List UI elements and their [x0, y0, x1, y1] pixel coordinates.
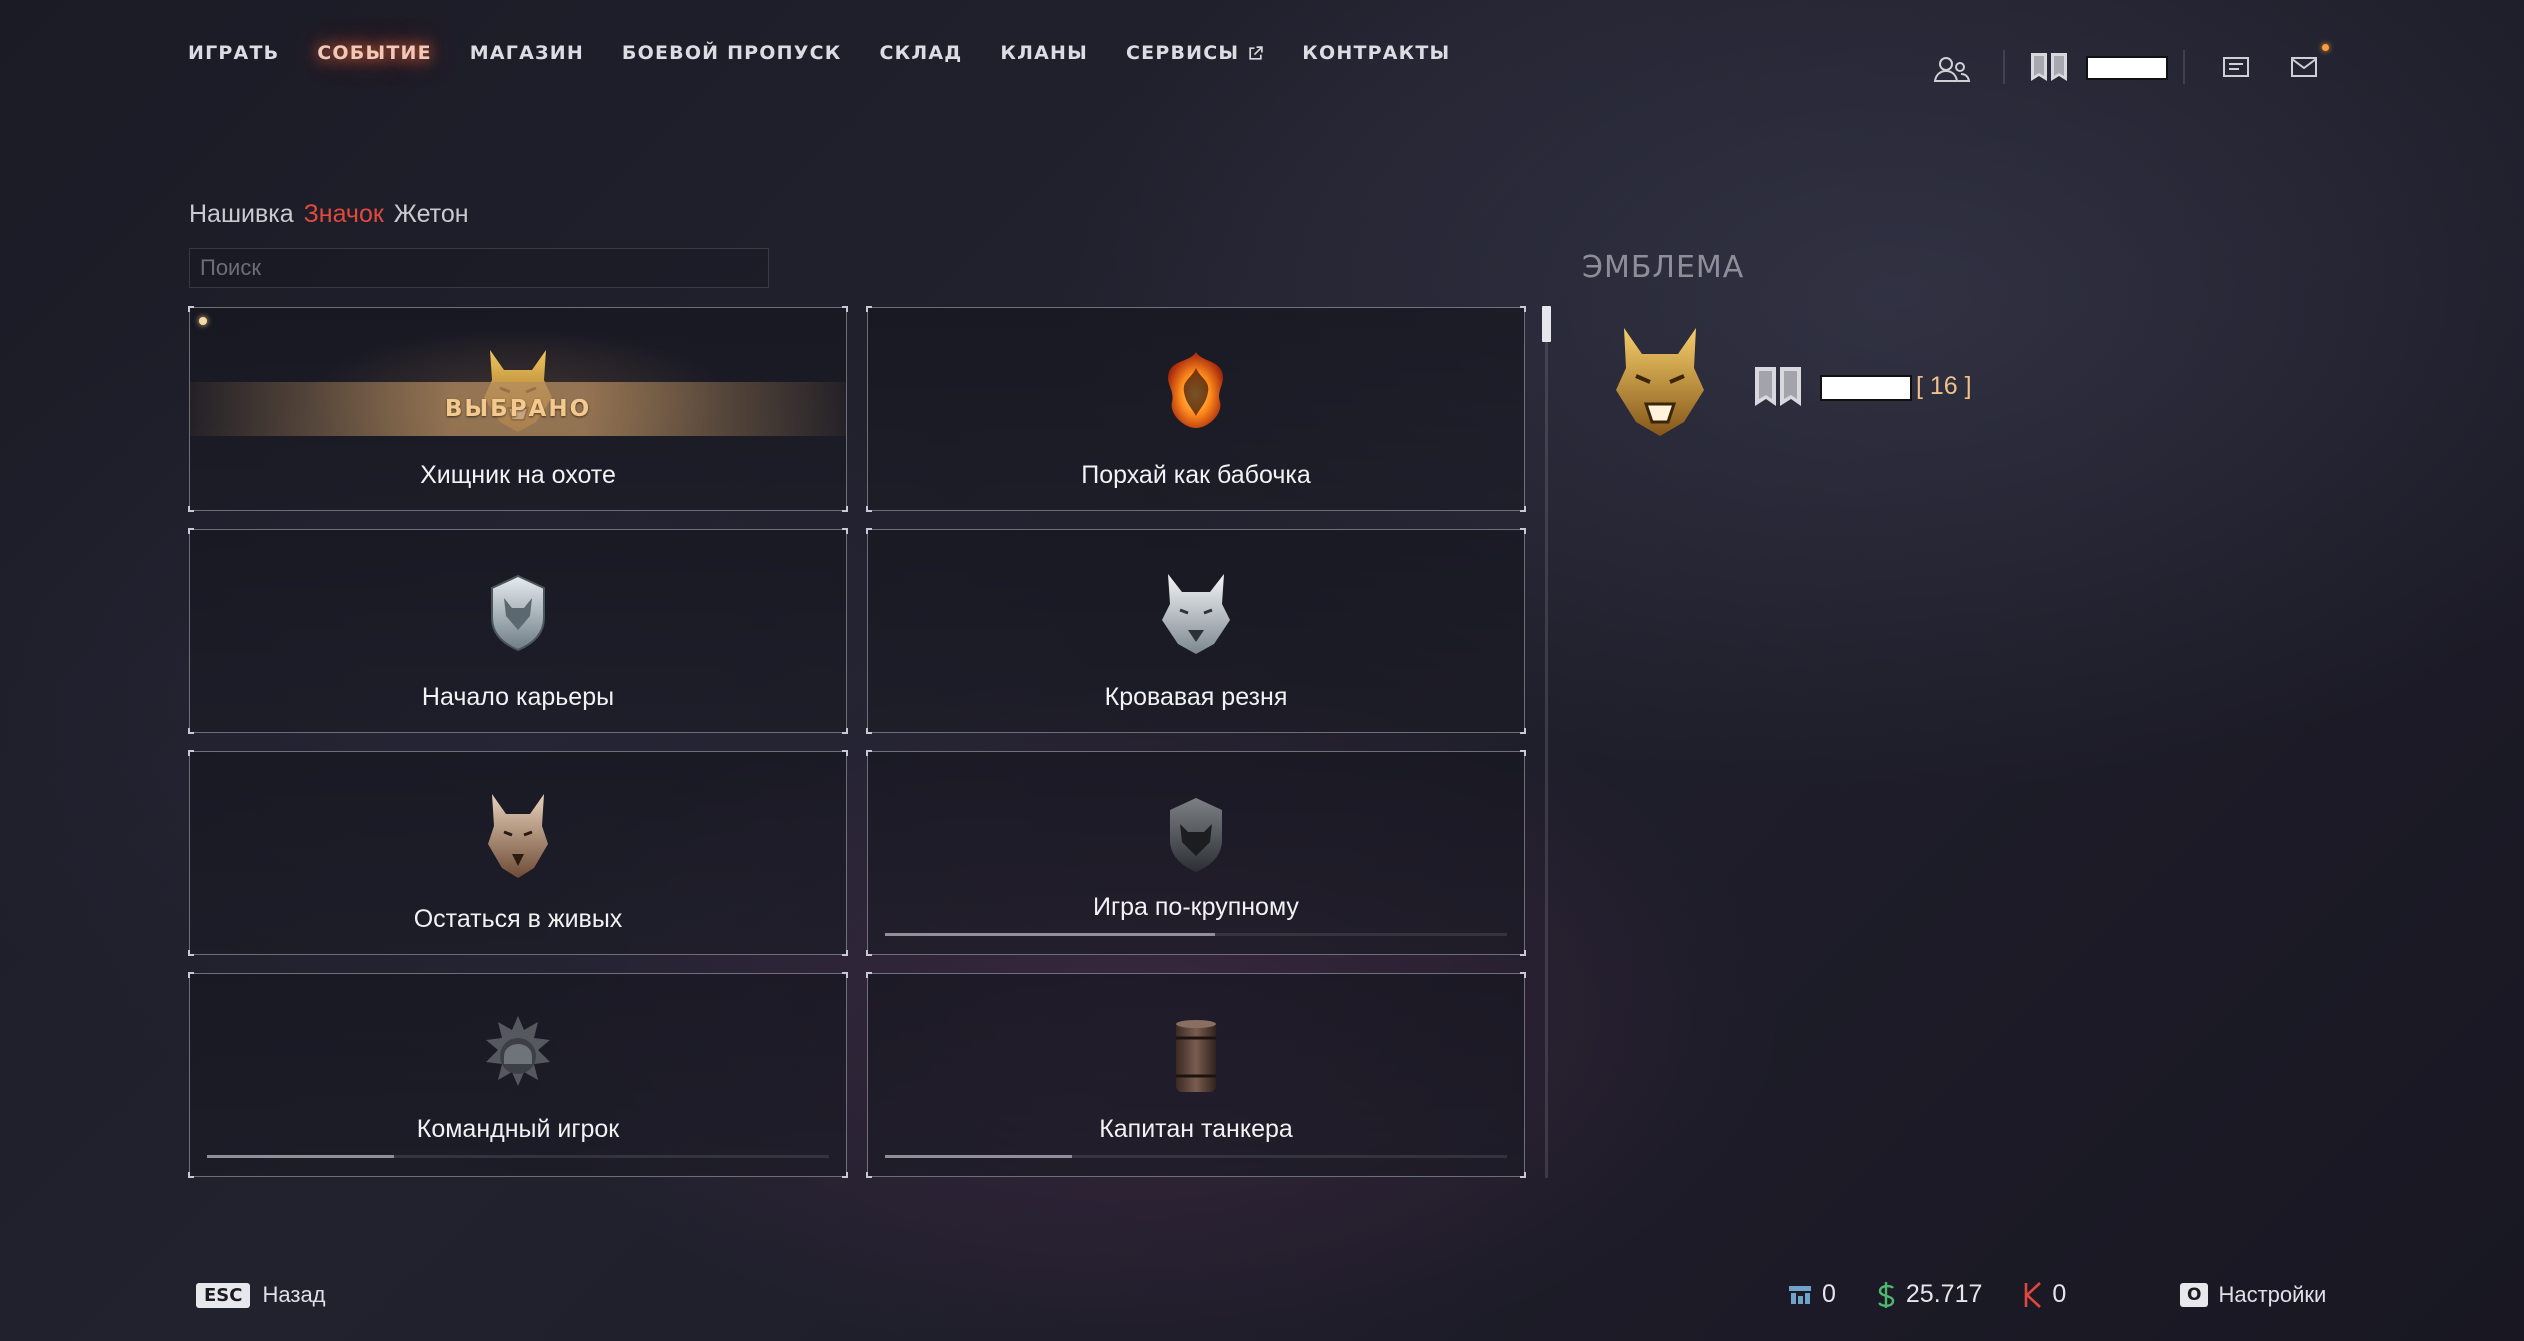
- scrollbar-thumb[interactable]: [1542, 306, 1551, 342]
- badge-progress-bar: [885, 933, 1507, 936]
- badge-progress-fill: [207, 1155, 394, 1158]
- badge-progress-fill: [885, 1155, 1072, 1158]
- mail-icon[interactable]: [2290, 56, 2318, 78]
- badge-title: Командный игрок: [416, 1115, 620, 1143]
- main-nav: ИГРАТЬ СОБЫТИЕ МАГАЗИН БОЕВОЙ ПРОПУСК СК…: [188, 38, 1450, 68]
- tab-badge[interactable]: Значок: [304, 200, 384, 229]
- golden-wolf-emblem-icon: [1616, 328, 1704, 436]
- badge-title: Начало карьеры: [421, 683, 615, 711]
- currency-k: 0: [2022, 1280, 2066, 1309]
- badge-title: Порхай как бабочка: [1081, 461, 1311, 489]
- dark-wolf-badge-icon: [1170, 798, 1222, 872]
- rank-icon[interactable]: [2028, 50, 2070, 84]
- currency-stats: 0: [1788, 1280, 1836, 1309]
- scrollbar-track[interactable]: [1545, 306, 1548, 1178]
- badge-progress-fill: [885, 933, 1215, 936]
- chat-icon[interactable]: [2222, 56, 2250, 80]
- badge-progress-bar: [207, 1155, 829, 1158]
- badge-progress-bar: [885, 1155, 1507, 1158]
- rank-icon: [1755, 367, 1801, 406]
- white-wolf-badge-icon: [1162, 574, 1230, 654]
- badge-title: Игра по-крупному: [1093, 893, 1299, 921]
- currency-dollars: 25.717: [1876, 1280, 1982, 1309]
- notification-dot: [2322, 44, 2329, 51]
- badge-card-predator[interactable]: ВЫБРАНО Хищник на охоте: [188, 306, 848, 512]
- tab-token[interactable]: Жетон: [394, 200, 469, 229]
- nav-clans[interactable]: КЛАНЫ: [1000, 42, 1088, 64]
- spiked-helmet-badge-icon: [486, 1016, 550, 1086]
- nav-services[interactable]: СЕРВИСЫ: [1126, 42, 1264, 64]
- divider: [2003, 50, 2005, 84]
- selected-indicator-dot: [199, 317, 207, 325]
- badge-card-tanker-captain[interactable]: Капитан танкера: [866, 972, 1526, 1178]
- nav-play[interactable]: ИГРАТЬ: [188, 42, 279, 64]
- badge-title: Капитан танкера: [1099, 1115, 1293, 1143]
- settings-label: Настройки: [2218, 1282, 2327, 1307]
- badge-card-butterfly[interactable]: Порхай как бабочка: [866, 306, 1526, 512]
- currency-k-value: 0: [2052, 1280, 2067, 1308]
- badge-card-team-player[interactable]: Командный игрок: [188, 972, 848, 1178]
- tab-patch[interactable]: Нашивка: [189, 200, 294, 229]
- search-input[interactable]: [189, 248, 769, 288]
- nav-battle-pass[interactable]: БОЕВОЙ ПРОПУСК: [622, 42, 842, 64]
- friends-icon[interactable]: [1932, 54, 1972, 84]
- nav-warehouse[interactable]: СКЛАД: [880, 42, 963, 64]
- badge-grid: ВЫБРАНО Хищник на охоте Порхай как бабоч…: [188, 306, 1526, 1179]
- stats-icon: [1789, 1285, 1811, 1304]
- emblem-player-name-redacted: [1820, 375, 1912, 401]
- back-button[interactable]: ESC Назад: [196, 1282, 326, 1308]
- badge-card-stay-alive[interactable]: Остаться в живых: [188, 750, 848, 956]
- nav-shop[interactable]: МАГАЗИН: [470, 42, 584, 64]
- badge-card-bloodbath[interactable]: Кровавая резня: [866, 528, 1526, 734]
- badge-card-career-start[interactable]: Начало карьеры: [188, 528, 848, 734]
- bronze-wolf-badge-icon: [488, 794, 548, 878]
- currency-dollars-value: 25.717: [1905, 1280, 1983, 1308]
- external-link-icon: [1249, 45, 1263, 60]
- badge-title: Остаться в живых: [413, 905, 623, 933]
- currency-stats-value: 0: [1822, 1280, 1836, 1308]
- nav-services-label: СЕРВИСЫ: [1126, 42, 1240, 64]
- o-key-hint: O: [2180, 1283, 2209, 1307]
- silver-wolf-shield-badge-icon: [491, 574, 545, 652]
- badge-card-big-game[interactable]: Игра по-крупному: [866, 750, 1526, 956]
- badge-title: Хищник на охоте: [420, 461, 616, 489]
- player-name-redacted: [2086, 56, 2168, 80]
- emblem-heading: ЭМБЛЕМА: [1582, 250, 1745, 285]
- back-label: Назад: [262, 1282, 326, 1307]
- settings-button[interactable]: O Настройки: [2180, 1282, 2326, 1308]
- selected-label: ВЫБРАНО: [444, 396, 592, 422]
- nav-event[interactable]: СОБЫТИЕ: [317, 42, 432, 64]
- esc-key-hint: ESC: [196, 1282, 251, 1308]
- dollar-icon: [1877, 1281, 1895, 1308]
- k-currency-icon: [2025, 1281, 2042, 1308]
- barrel-badge-icon: [1176, 1020, 1216, 1092]
- badge-title: Кровавая резня: [1104, 683, 1288, 711]
- currency-bar: 0 25.717 0: [1788, 1280, 2066, 1309]
- fire-butterfly-badge-icon: [1168, 352, 1223, 428]
- divider: [2183, 50, 2185, 84]
- badge-type-tabs: Нашивка Значок Жетон: [189, 200, 469, 229]
- emblem-level: [ 16 ]: [1916, 372, 1972, 400]
- nav-contracts[interactable]: КОНТРАКТЫ: [1302, 42, 1450, 64]
